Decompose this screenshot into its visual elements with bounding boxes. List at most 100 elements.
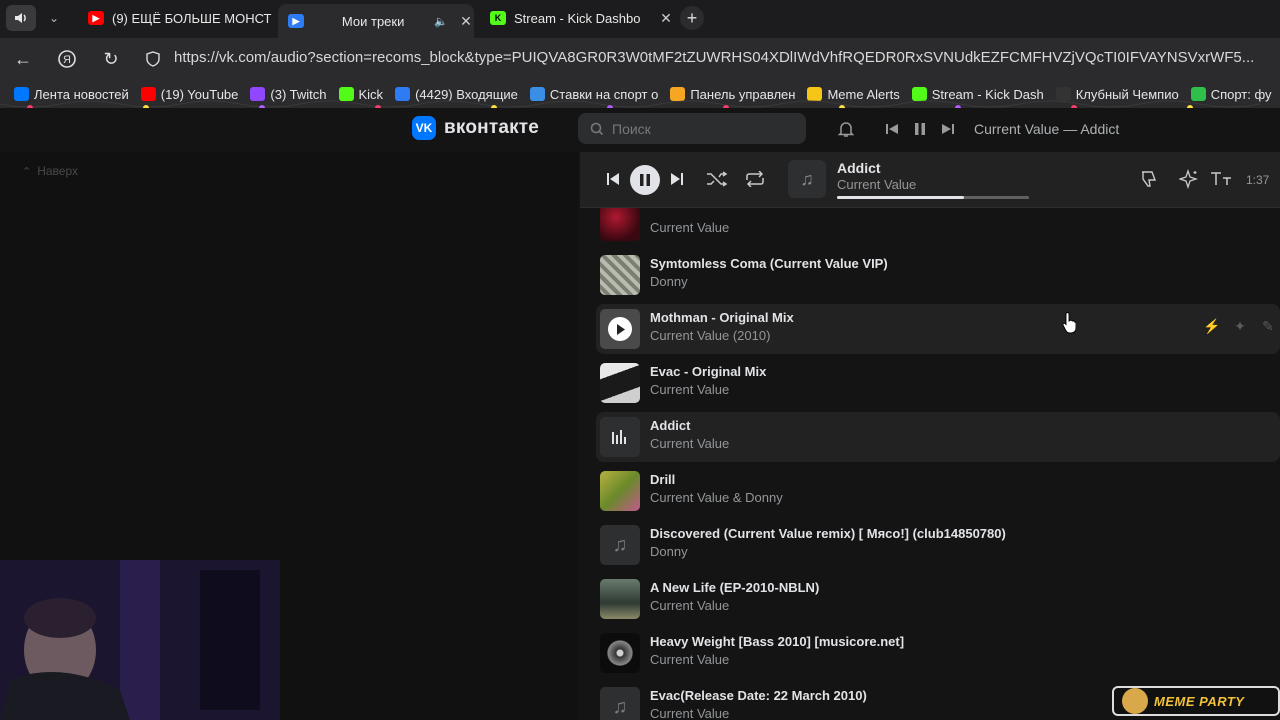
speaker-icon[interactable]: 🔈 (434, 15, 448, 28)
bookmark-item[interactable]: Лента новостей (14, 87, 129, 102)
dislike-button[interactable] (1136, 166, 1162, 192)
tab-title: (9) ЕЩЁ БОЛЬШЕ МОНСТ (112, 10, 272, 26)
track-title[interactable]: Discovered (Current Value remix) [ Мясо!… (650, 526, 1006, 541)
vk-icon: VK (412, 116, 436, 140)
play-icon[interactable] (600, 309, 640, 349)
music-note-icon[interactable]: ♫ (600, 687, 640, 720)
yandex-icon[interactable]: Я (56, 48, 78, 70)
prev-track-button[interactable] (600, 166, 626, 192)
bookmark-item[interactable]: Ставки на спорт о (529, 86, 659, 102)
track-actions: ⚡ ✦ ✎ (1194, 318, 1278, 335)
bookmark-item[interactable]: Спорт: фу (1190, 87, 1272, 102)
track-title[interactable]: Drill (650, 472, 675, 487)
tab-kick-dashboard[interactable]: K Stream - Kick Dashbo ✕ (480, 4, 674, 32)
track-artist[interactable]: Current Value (650, 382, 729, 397)
new-tab-button[interactable]: + (680, 6, 704, 30)
track-row[interactable]: Drill Current Value & Donny (596, 466, 1280, 516)
bookmark-item[interactable]: (3) Twitch (250, 87, 327, 102)
lightning-icon[interactable]: ⚡ (1202, 318, 1222, 335)
vk-logo[interactable]: VK вконтакте (412, 116, 539, 140)
track-row[interactable]: A New Life (EP-2010-NBLN) Current Value (596, 574, 1280, 624)
album-cover[interactable] (600, 579, 640, 619)
lyrics-button[interactable] (1208, 166, 1234, 192)
next-track-button[interactable] (664, 166, 690, 192)
track-artist[interactable]: Donny (650, 544, 688, 559)
sport-icon (1190, 87, 1206, 101)
track-title[interactable]: Evac(Release Date: 22 March 2010) (650, 688, 867, 703)
shuffle-button[interactable] (704, 166, 730, 192)
track-row[interactable]: Symtomless Coma (Current Value VIP) Donny (596, 250, 1280, 300)
doge-icon (1122, 688, 1148, 714)
track-title[interactable]: Symtomless Coma (Current Value VIP) (650, 256, 888, 271)
site-info-icon[interactable] (142, 48, 164, 70)
track-artist[interactable]: Donny (650, 274, 688, 289)
tab-audio-button[interactable] (6, 5, 36, 31)
track-row[interactable]: Evac - Original Mix Current Value (596, 358, 1280, 408)
bookmark-label: Панель управлен (690, 86, 796, 102)
header-prev-icon[interactable] (881, 118, 903, 140)
bookmark-item[interactable]: (19) YouTube (140, 87, 238, 102)
close-icon[interactable]: ✕ (458, 13, 474, 30)
album-cover[interactable] (600, 471, 640, 511)
track-artist[interactable]: Current Value (650, 220, 729, 235)
track-artist[interactable]: Current Value (650, 436, 729, 451)
bookmark-item[interactable]: Kick (338, 87, 383, 102)
tab-youtube[interactable]: ▶ (9) ЕЩЁ БОЛЬШЕ МОНСТ (78, 4, 272, 32)
notifications-icon[interactable] (835, 118, 857, 140)
close-icon[interactable]: ✕ (658, 10, 674, 27)
back-icon[interactable]: ← (12, 48, 34, 70)
track-title[interactable]: A New Life (EP-2010-NBLN) (650, 580, 819, 595)
bookmark-label: Ставки на спорт о (549, 86, 659, 102)
track-artist[interactable]: Current Value (650, 706, 729, 720)
sparkle-icon[interactable]: ✦ (1230, 318, 1250, 335)
track-title[interactable]: Heavy Weight [Bass 2010] [musicore.net] (650, 634, 904, 649)
club-icon (1055, 87, 1071, 101)
track-title[interactable]: Evac - Original Mix (650, 364, 766, 379)
bookmark-item[interactable]: Meme Alerts (807, 87, 900, 102)
album-cover[interactable] (600, 208, 640, 241)
album-cover[interactable] (600, 255, 640, 295)
vk-icon (14, 87, 29, 101)
track-title[interactable]: Addict (650, 418, 690, 433)
meme-party-label: MEME PARTY (1154, 693, 1245, 709)
tab-list-button[interactable]: ⌄ (42, 6, 66, 30)
player-track-title[interactable]: Addict (837, 160, 881, 176)
chevron-up-icon: ⌃ (22, 165, 32, 178)
music-note-icon[interactable]: ♫ (600, 525, 640, 565)
player-track-artist[interactable]: Current Value (837, 177, 916, 192)
track-row[interactable]: Current Value (596, 208, 1280, 246)
track-artist[interactable]: Current Value & Donny (650, 490, 783, 505)
search-input[interactable] (612, 120, 792, 137)
bookmark-item[interactable]: Клубный Чемпио (1055, 87, 1179, 102)
repeat-button[interactable] (742, 166, 768, 192)
album-cover[interactable] (600, 363, 640, 403)
equalizer-icon[interactable] (600, 417, 640, 457)
track-artist[interactable]: Current Value (2010) (650, 328, 770, 343)
youtube-icon: ▶ (88, 11, 104, 25)
track-row[interactable]: Heavy Weight [Bass 2010] [musicore.net] C… (596, 628, 1280, 678)
tab-title: Stream - Kick Dashbo (514, 10, 641, 26)
audio-player: ♫ Addict Current Value 1:37 (580, 152, 1280, 208)
track-title[interactable]: Mothman - Original Mix (650, 310, 794, 325)
header-pause-icon[interactable] (909, 118, 931, 140)
search-box[interactable] (578, 113, 806, 144)
edit-icon[interactable]: ✎ (1258, 318, 1278, 335)
url-field[interactable]: https://vk.com/audio?section=recoms_bloc… (174, 49, 1254, 66)
progress-bar[interactable] (837, 196, 1029, 199)
track-artist[interactable]: Current Value (650, 652, 729, 667)
pause-button[interactable] (630, 165, 660, 195)
bookmark-item[interactable]: Панель управлен (670, 87, 795, 102)
track-row[interactable]: Addict Current Value (596, 412, 1280, 462)
bookmark-item[interactable]: (4429) Входящие (395, 87, 518, 102)
track-row[interactable]: Mothman - Original Mix Current Value (201… (596, 304, 1280, 354)
header-now-playing[interactable]: Current Value — Addict (974, 121, 1119, 137)
track-row[interactable]: ♫ Discovered (Current Value remix) [ Мясо… (596, 520, 1280, 570)
album-cover[interactable] (600, 633, 640, 673)
header-next-icon[interactable] (937, 118, 959, 140)
reload-icon[interactable]: ↻ (100, 48, 122, 70)
bookmark-item[interactable]: Stream - Kick Dash (911, 87, 1044, 102)
recommendations-button[interactable] (1176, 166, 1202, 192)
tab-my-tracks[interactable]: ▶ Мои треки 🔈 ✕ (278, 4, 474, 38)
scroll-to-top-button[interactable]: ⌃ Наверх (22, 164, 78, 178)
track-artist[interactable]: Current Value (650, 598, 729, 613)
